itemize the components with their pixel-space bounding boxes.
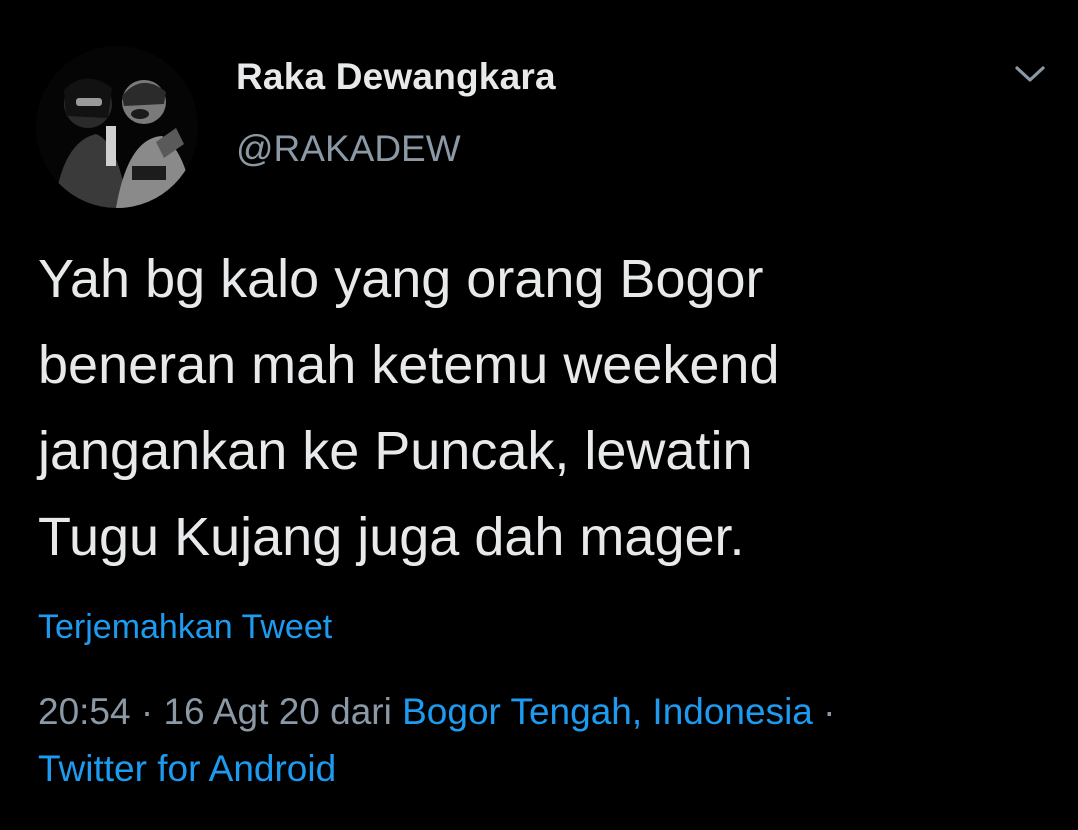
separator: · [812, 691, 836, 732]
author-handle[interactable]: @RAKADEW [236, 128, 461, 170]
from-label: dari [319, 691, 403, 732]
translate-tweet-link[interactable]: Terjemahkan Tweet [38, 608, 332, 647]
chevron-down-icon[interactable] [1008, 56, 1052, 92]
tweet-detail: Raka Dewangkara @RAKADEW Yah bg kalo yan… [0, 0, 1078, 830]
tweet-text-line: Tugu Kujang juga dah mager. [38, 507, 745, 567]
avatar[interactable] [36, 46, 198, 208]
avatar-photo [36, 46, 198, 208]
tweet-text-line: Yah bg kalo yang orang Bogor [38, 249, 764, 309]
location-link[interactable]: Bogor Tengah, Indonesia [402, 691, 813, 732]
tweet-meta: 20:54 · 16 Agt 20 dari Bogor Tengah, Ind… [38, 683, 1048, 797]
separator: · [130, 691, 164, 732]
tweet-time[interactable]: 20:54 [38, 691, 131, 732]
tweet-text: Yah bg kalo yang orang Bogor beneran mah… [38, 236, 1048, 580]
source-link[interactable]: Twitter for Android [38, 748, 336, 789]
tweet-date[interactable]: 16 Agt 20 [163, 691, 319, 732]
tweet-text-line: beneran mah ketemu weekend [38, 335, 780, 395]
author-name[interactable]: Raka Dewangkara [236, 56, 556, 98]
tweet-text-line: jangankan ke Puncak, lewatin [38, 421, 753, 481]
